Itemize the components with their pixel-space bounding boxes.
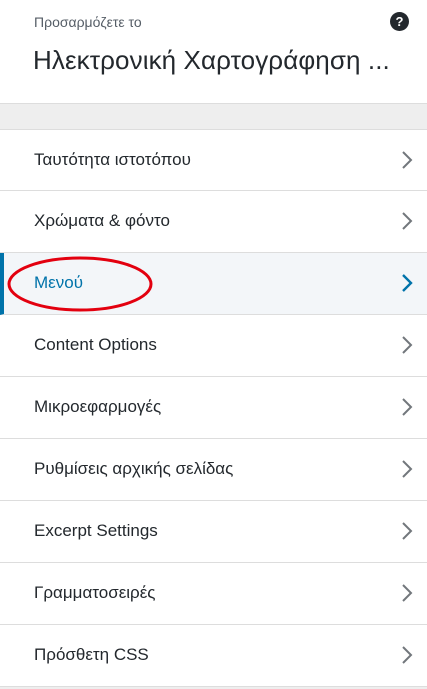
panel-label: Ταυτότητα ιστοτόπου — [34, 150, 191, 169]
panel-label: Content Options — [34, 335, 157, 354]
chevron-right-icon — [402, 460, 413, 478]
panel-additional-css[interactable]: Πρόσθετη CSS — [0, 625, 427, 687]
panel-colors-background[interactable]: Χρώματα & φόντο — [0, 191, 427, 253]
panel-excerpt-settings[interactable]: Excerpt Settings — [0, 501, 427, 563]
panel-label: Μενού — [34, 273, 83, 292]
panel-label: Μικροεφαρμογές — [34, 397, 162, 416]
help-icon[interactable]: ? — [390, 12, 409, 31]
chevron-right-icon — [402, 398, 413, 416]
panel-site-identity[interactable]: Ταυτότητα ιστοτόπου — [0, 129, 427, 191]
panel-fonts[interactable]: Γραμματοσειρές — [0, 563, 427, 625]
panel-label: Γραμματοσειρές — [34, 583, 156, 602]
chevron-right-icon — [402, 212, 413, 230]
customizer-header: Προσαρμόζετε το ? Ηλεκτρονική Χαρτογράφη… — [0, 0, 427, 104]
panel-label: Ρυθμίσεις αρχικής σελίδας — [34, 459, 234, 478]
panel-label: Excerpt Settings — [34, 521, 158, 540]
chevron-right-icon — [402, 646, 413, 664]
chevron-right-icon — [402, 151, 413, 169]
header-caption: Προσαρμόζετε το — [34, 14, 142, 30]
panel-label: Πρόσθετη CSS — [34, 645, 149, 664]
panel-list: Ταυτότητα ιστοτόπου Χρώματα & φόντο Μενο… — [0, 129, 427, 687]
chevron-right-icon — [402, 584, 413, 602]
panel-menus[interactable]: Μενού — [0, 253, 427, 315]
chevron-right-icon — [402, 274, 413, 292]
chevron-right-icon — [402, 522, 413, 540]
site-title: Ηλεκτρονική Χαρτογράφηση ... — [33, 45, 390, 75]
panel-homepage-settings[interactable]: Ρυθμίσεις αρχικής σελίδας — [0, 439, 427, 501]
chevron-right-icon — [402, 336, 413, 354]
panel-content-options[interactable]: Content Options — [0, 315, 427, 377]
panel-label: Χρώματα & φόντο — [34, 211, 170, 230]
panel-widgets[interactable]: Μικροεφαρμογές — [0, 377, 427, 439]
